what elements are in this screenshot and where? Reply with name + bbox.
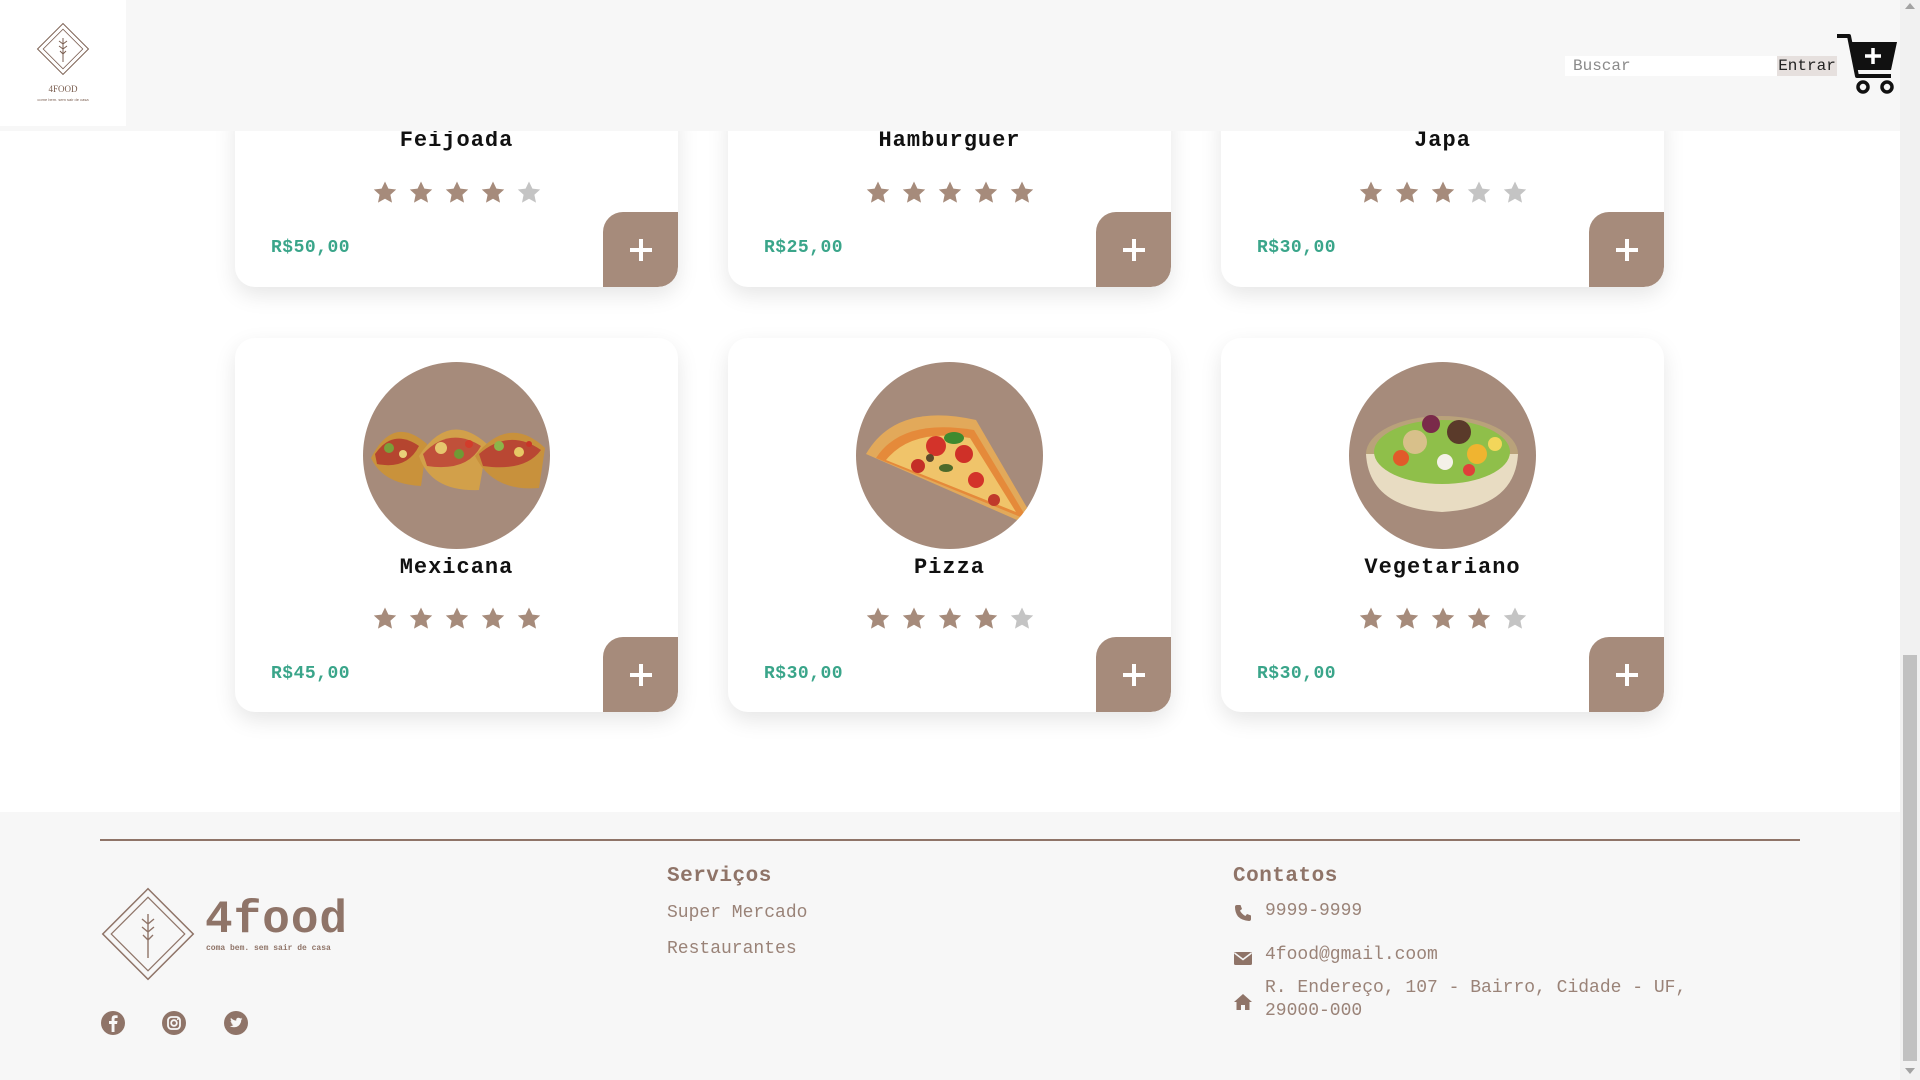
star-filled-icon: [902, 181, 925, 203]
contact-address-line1: R. Endereço, 107 - Bairro, Cidade - UF,: [1265, 978, 1687, 998]
star-filled-icon: [938, 181, 961, 203]
star-filled-icon: [445, 607, 468, 629]
product-rating: [235, 180, 678, 206]
product-price: R$25,00: [764, 238, 844, 258]
star-empty-icon: [1010, 607, 1033, 629]
product-rating: [728, 606, 1171, 632]
cart-plus-icon[interactable]: [1835, 30, 1900, 96]
star-filled-icon: [481, 607, 504, 629]
search-input[interactable]: [1565, 56, 1777, 76]
plus-icon: [1122, 238, 1145, 261]
logo-diamond-icon: [36, 22, 90, 76]
star-filled-icon: [373, 181, 396, 203]
star-filled-icon: [902, 607, 925, 629]
contact-address-line2: 29000-000: [1265, 1001, 1363, 1021]
plus-icon: [1615, 663, 1638, 686]
add-to-cart-button[interactable]: [1589, 212, 1664, 287]
pizza-image: [856, 362, 1043, 549]
add-to-cart-button[interactable]: [1096, 637, 1171, 712]
email-icon: [1234, 952, 1252, 965]
star-filled-icon: [517, 607, 540, 629]
facebook-icon[interactable]: [100, 1010, 126, 1036]
twitter-icon[interactable]: [223, 1010, 249, 1036]
site-footer: 4food coma bem. sem sair de casa Serviço…: [0, 812, 1900, 1080]
star-filled-icon: [1395, 181, 1418, 203]
plus-icon: [629, 238, 652, 261]
product-name: Japa: [1414, 128, 1471, 153]
product-name: Pizza: [913, 555, 985, 580]
salad-bowl-image: [1349, 362, 1536, 549]
product-rating: [1221, 180, 1664, 206]
star-filled-icon: [1359, 181, 1382, 203]
add-to-cart-button[interactable]: [603, 637, 678, 712]
plus-icon: [1615, 238, 1638, 261]
plus-icon: [629, 663, 652, 686]
product-price: R$30,00: [1257, 238, 1337, 258]
logo-tagline: come bem. sem sair de casa: [37, 97, 89, 102]
contact-phone: 9999-9999: [1265, 901, 1363, 921]
star-filled-icon: [409, 181, 432, 203]
logo-name: 4FOOD: [48, 84, 78, 94]
star-filled-icon: [974, 181, 997, 203]
star-filled-icon: [373, 607, 396, 629]
star-filled-icon: [409, 607, 432, 629]
phone-icon: [1235, 905, 1251, 921]
product-price: R$30,00: [764, 664, 844, 684]
scroll-up-arrow-icon[interactable]: [1905, 3, 1915, 9]
product-card: Mexicana R$45,00: [235, 338, 678, 712]
star-filled-icon: [1431, 181, 1454, 203]
link-super-mercado[interactable]: Super Mercado: [667, 903, 807, 923]
star-filled-icon: [866, 607, 889, 629]
footer-brand: 4food: [205, 894, 349, 946]
add-to-cart-button[interactable]: [603, 212, 678, 287]
footer-tagline: coma bem. sem sair de casa: [206, 944, 331, 953]
star-filled-icon: [866, 181, 889, 203]
scroll-down-arrow-icon[interactable]: [1905, 1068, 1915, 1074]
tacos-image: [363, 362, 550, 549]
product-name: Feijoada: [399, 128, 514, 153]
contacts-title: Contatos: [1233, 865, 1338, 888]
add-to-cart-button[interactable]: [1589, 637, 1664, 712]
product-price: R$30,00: [1257, 664, 1337, 684]
star-filled-icon: [1395, 607, 1418, 629]
add-to-cart-button[interactable]: [1096, 212, 1171, 287]
enter-button[interactable]: Entrar: [1777, 56, 1837, 76]
star-empty-icon: [517, 181, 540, 203]
star-filled-icon: [974, 607, 997, 629]
star-empty-icon: [1467, 181, 1490, 203]
product-price: R$50,00: [271, 238, 351, 258]
star-filled-icon: [1467, 607, 1490, 629]
product-name: Vegetariano: [1364, 555, 1521, 580]
product-card: Pizza R$30,00: [728, 338, 1171, 712]
services-title: Serviços: [667, 865, 772, 888]
product-price: R$45,00: [271, 664, 351, 684]
instagram-icon[interactable]: [161, 1010, 187, 1036]
star-filled-icon: [1010, 181, 1033, 203]
product-rating: [235, 606, 678, 632]
star-filled-icon: [938, 607, 961, 629]
star-filled-icon: [1359, 607, 1382, 629]
header-logo[interactable]: 4FOOD come bem. sem sair de casa: [0, 0, 126, 126]
page-scrollbar[interactable]: [1900, 0, 1920, 1080]
home-icon: [1234, 994, 1252, 1010]
contact-email: 4food@gmail.coom: [1265, 945, 1438, 965]
star-empty-icon: [1503, 607, 1526, 629]
footer-logo-diamond-icon: [100, 878, 196, 995]
product-rating: [1221, 606, 1664, 632]
star-filled-icon: [481, 181, 504, 203]
product-rating: [728, 180, 1171, 206]
star-filled-icon: [1431, 607, 1454, 629]
scrollbar-thumb[interactable]: [1903, 655, 1917, 1061]
footer-divider: [100, 839, 1800, 841]
product-name: Mexicana: [399, 555, 514, 580]
star-empty-icon: [1503, 181, 1526, 203]
product-card: Vegetariano R$30,00: [1221, 338, 1664, 712]
link-restaurantes[interactable]: Restaurantes: [667, 939, 797, 959]
star-filled-icon: [445, 181, 468, 203]
product-name: Hamburguer: [878, 128, 1021, 153]
site-header: 4FOOD come bem. sem sair de casa Entrar: [0, 0, 1900, 131]
plus-icon: [1122, 663, 1145, 686]
